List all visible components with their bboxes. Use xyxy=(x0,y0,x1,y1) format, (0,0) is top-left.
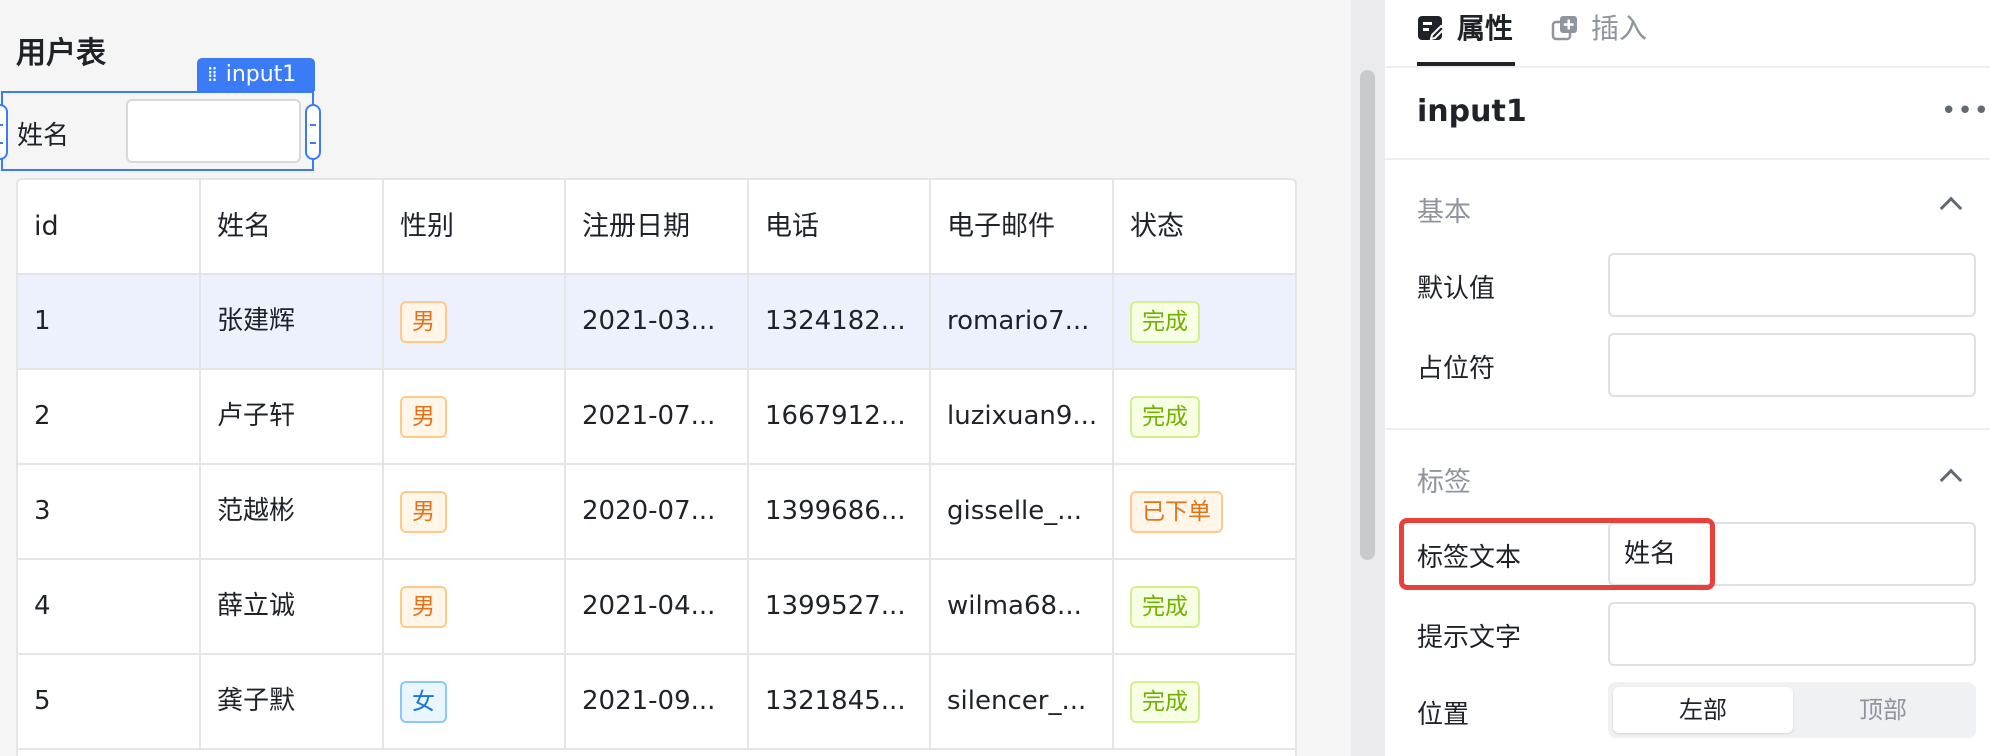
cell-gender: 男 xyxy=(384,275,566,368)
cell-id: 4 xyxy=(18,560,201,653)
add-copy-icon xyxy=(1551,16,1577,41)
cell-email: luzixuan9... xyxy=(931,370,1114,463)
table-row[interactable]: 3 范越彬 男 2020-07... 1399686... gisselle_.… xyxy=(18,465,1295,560)
tab-properties[interactable]: 属性 xyxy=(1417,8,1513,58)
edit-square-icon xyxy=(1418,16,1445,41)
cell-phone: 1399686... xyxy=(749,465,931,558)
divider xyxy=(1385,158,1990,160)
page-title: 用户表 xyxy=(16,36,106,71)
name-input[interactable] xyxy=(126,99,301,163)
cell-id: 3 xyxy=(18,465,201,558)
resize-handle-left[interactable] xyxy=(0,104,8,160)
section-title-label: 标签 xyxy=(1417,467,1471,498)
cell-status: 完成 xyxy=(1114,275,1295,368)
divider xyxy=(1385,428,1990,430)
chevron-up-icon[interactable] xyxy=(1939,196,1963,220)
hint-text-input[interactable] xyxy=(1608,602,1976,666)
table-header-row: id 姓名 性别 注册日期 电话 电子邮件 状态 xyxy=(18,180,1295,275)
cell-date: 2021-04... xyxy=(566,560,749,653)
cell-id: 2 xyxy=(18,370,201,463)
tab-properties-label: 属性 xyxy=(1457,12,1514,45)
cell-name: 范越彬 xyxy=(201,465,384,558)
input-widget-selected[interactable]: 姓名 xyxy=(1,91,314,171)
cell-gender: 男 xyxy=(384,370,566,463)
canvas-scrollbar-thumb[interactable] xyxy=(1360,70,1375,560)
default-value-label: 默认值 xyxy=(1417,274,1496,304)
table-row[interactable]: 1 张建辉 男 2021-03... 1324182... romario7..… xyxy=(18,275,1295,370)
gender-tag: 男 xyxy=(400,585,447,628)
cell-id: 1 xyxy=(18,275,201,368)
cell-id: 5 xyxy=(18,655,201,748)
section-title-basic: 基本 xyxy=(1417,197,1471,228)
gender-tag: 女 xyxy=(400,680,447,723)
table-row[interactable]: 4 薛立诚 男 2021-04... 1399527... wilma68...… xyxy=(18,560,1295,655)
table-row[interactable]: 5 龚子默 女 2021-09... 1321845... silencer_.… xyxy=(18,655,1295,750)
cell-status: 完成 xyxy=(1114,560,1295,653)
tab-insert[interactable]: 插入 xyxy=(1551,8,1647,58)
status-badge: 完成 xyxy=(1130,300,1200,343)
cell-gender: 男 xyxy=(384,560,566,653)
cell-phone: 1399527... xyxy=(749,560,931,653)
user-table: id 姓名 性别 注册日期 电话 电子邮件 状态 1 张建辉 男 2021-03… xyxy=(16,178,1297,756)
cell-email: romario7... xyxy=(931,275,1114,368)
drag-handle-icon[interactable]: ⁞⁞ xyxy=(207,58,218,91)
component-name: input1 xyxy=(1417,94,1527,129)
placeholder-input[interactable] xyxy=(1608,333,1976,397)
cell-date: 2021-07... xyxy=(566,370,749,463)
cell-phone: 1324182... xyxy=(749,275,931,368)
position-segmented-control: 左部 顶部 xyxy=(1608,682,1976,738)
table-row[interactable]: 2 卢子轩 男 2021-07... 1667912... luzixuan9.… xyxy=(18,370,1295,465)
cell-name: 张建辉 xyxy=(201,275,384,368)
hint-text-label: 提示文字 xyxy=(1417,623,1522,653)
cell-gender: 女 xyxy=(384,655,566,748)
editor-canvas: 用户表 ⁞⁞ input1 姓名 id 姓名 性别 注册日期 电话 电子邮件 状态… xyxy=(0,0,1351,756)
column-header-gender[interactable]: 性别 xyxy=(384,180,566,273)
cell-phone: 1321845... xyxy=(749,655,931,748)
cell-status: 完成 xyxy=(1114,370,1295,463)
cell-name: 龚子默 xyxy=(201,655,384,748)
highlight-box xyxy=(1399,518,1715,590)
cell-date: 2021-09... xyxy=(566,655,749,748)
cell-name: 卢子轩 xyxy=(201,370,384,463)
placeholder-label: 占位符 xyxy=(1417,354,1496,384)
cell-email: wilma68... xyxy=(931,560,1114,653)
column-header-date[interactable]: 注册日期 xyxy=(566,180,749,273)
cell-phone: 1667912... xyxy=(749,370,931,463)
column-header-phone[interactable]: 电话 xyxy=(749,180,931,273)
status-badge: 完成 xyxy=(1130,680,1200,723)
widget-tag-input1[interactable]: ⁞⁞ input1 xyxy=(197,58,315,91)
cell-status: 已下单 xyxy=(1114,465,1295,558)
status-badge: 已下单 xyxy=(1130,490,1223,533)
position-option-top[interactable]: 顶部 xyxy=(1793,687,1973,733)
more-icon[interactable]: ••• xyxy=(1941,96,1990,126)
column-header-id[interactable]: id xyxy=(18,180,201,273)
resize-handle-right[interactable] xyxy=(305,104,321,160)
cell-email: gisselle_... xyxy=(931,465,1114,558)
position-option-left[interactable]: 左部 xyxy=(1613,687,1793,733)
chevron-up-icon[interactable] xyxy=(1939,468,1963,492)
divider xyxy=(1385,66,1990,68)
gender-tag: 男 xyxy=(400,300,447,343)
column-header-name[interactable]: 姓名 xyxy=(201,180,384,273)
cell-date: 2021-03... xyxy=(566,275,749,368)
tab-insert-label: 插入 xyxy=(1591,12,1648,45)
column-header-email[interactable]: 电子邮件 xyxy=(931,180,1114,273)
gender-tag: 男 xyxy=(400,490,447,533)
input-widget-label: 姓名 xyxy=(17,121,70,151)
cell-name: 薛立诚 xyxy=(201,560,384,653)
widget-tag-label: input1 xyxy=(225,62,297,87)
cell-date: 2020-07... xyxy=(566,465,749,558)
property-panel: 属性 插入 input1 ••• 基本 默认值 占位符 标签 姓名 标签文本 提… xyxy=(1385,0,1990,756)
cell-gender: 男 xyxy=(384,465,566,558)
cell-email: silencer_... xyxy=(931,655,1114,748)
cell-status: 完成 xyxy=(1114,655,1295,748)
default-value-input[interactable] xyxy=(1608,253,1976,317)
column-header-status[interactable]: 状态 xyxy=(1114,180,1295,273)
status-badge: 完成 xyxy=(1130,585,1200,628)
gender-tag: 男 xyxy=(400,395,447,438)
position-label: 位置 xyxy=(1417,700,1470,730)
status-badge: 完成 xyxy=(1130,395,1200,438)
